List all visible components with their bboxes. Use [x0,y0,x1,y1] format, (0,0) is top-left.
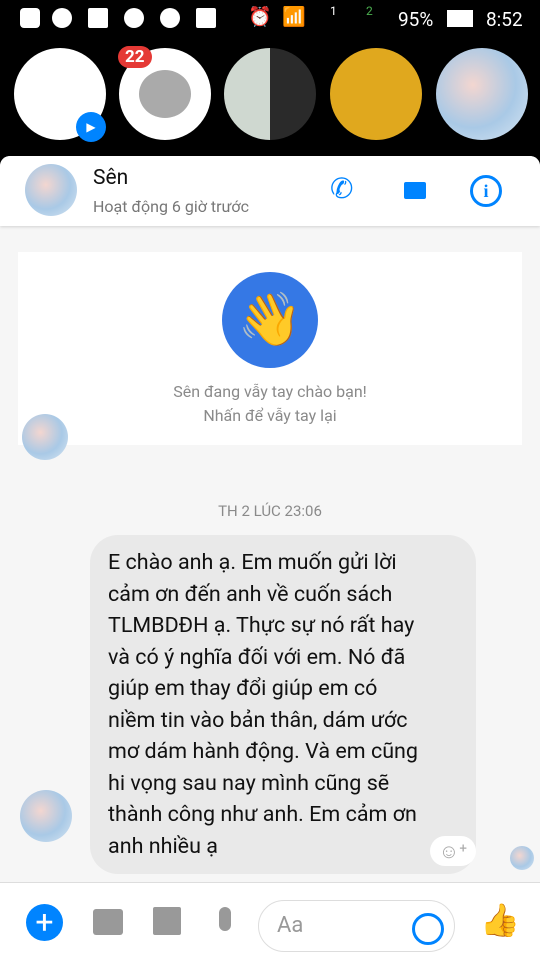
alarm-icon: ⏰ [248,5,272,28]
like-icon[interactable]: 👍 [480,901,520,939]
microphone-icon[interactable] [219,907,231,931]
message-line: và có ý nghĩa đối với em. Nó đã [108,644,406,670]
message-line: TLMBDĐH ạ. Thực sự nó rất hay [108,613,415,638]
battery-percent: 95% [398,8,434,31]
camera-icon[interactable] [93,909,123,935]
messenger-icon [52,8,72,28]
date-separator: TH 2 LÚC 23:06 [218,502,322,520]
wifi-icon: 📶 [282,5,306,28]
clock: 8:52 [486,8,523,31]
plus-icon[interactable]: + [26,904,63,941]
facebook-icon [88,8,108,28]
gallery-icon[interactable] [153,907,181,935]
conversation-header: Sên Hoạt động 6 giờ trước ✆ i [0,156,540,226]
wave-text: Sên đang vẫy tay chào bạn! [173,382,367,401]
message-line: mơ dám hành động. Và em cũng [108,739,419,764]
message-line: niềm tin vào bản thân, dám ước [108,707,408,733]
emoji-icon[interactable] [412,913,444,945]
message-line: E chào anh ạ. Em muốn gửi lời [108,550,397,575]
more-notifications-icon [20,8,40,28]
play-icon: ▶ [76,112,106,142]
video-call-icon[interactable] [404,182,426,199]
chat-head-group[interactable] [224,48,316,140]
wave-back-hint: Nhấn để vẫy tay lại [203,406,337,425]
status-bar: ⏰ 📶 1 2 95% 8:52 [0,0,540,36]
seen-avatar [510,846,534,870]
chat-head-sen[interactable] [436,48,528,140]
active-status: Hoạt động 6 giờ trước [93,197,249,216]
message-line: cảm ơn đến anh về cuốn sách [108,581,393,607]
messenger-icon [160,8,180,28]
sim1-signal: 1 [330,4,337,18]
sender-avatar [22,414,68,460]
image-icon [196,8,216,28]
messenger-icon [124,8,144,28]
conversation-panel: Sên Hoạt động 6 giờ trước ✆ i 👋 Sên đang… [0,156,540,960]
sender-avatar [20,790,72,842]
waving-hand-icon: 👋 [222,272,318,368]
message-line: hi vọng sau nay mình cũng sẽ [108,770,390,796]
avatar[interactable] [25,164,77,216]
messenger-logo-icon [139,70,191,118]
add-reaction-icon[interactable]: ☺⁺ [430,836,476,866]
wave-card[interactable]: 👋 Sên đang vẫy tay chào bạn! Nhấn để vẫy… [18,252,522,445]
sim2-signal: 2 [366,4,373,18]
contact-name[interactable]: Sên [93,166,128,190]
unread-badge: 22 [118,46,152,68]
chat-head-contact[interactable] [330,48,422,140]
composer-bar: + Aa 👍 [0,882,540,960]
message-line: anh nhiều ạ [108,833,218,859]
battery-icon [447,10,473,27]
phone-icon[interactable]: ✆ [330,172,353,205]
message-line: giúp em thay đổi giúp em có [108,676,378,701]
message-bubble[interactable]: E chào anh ạ. Em muốn gửi lời cảm ơn đến… [90,535,476,874]
message-line: thành công như anh. Em cảm ơn [108,802,417,827]
info-icon[interactable]: i [470,175,502,207]
